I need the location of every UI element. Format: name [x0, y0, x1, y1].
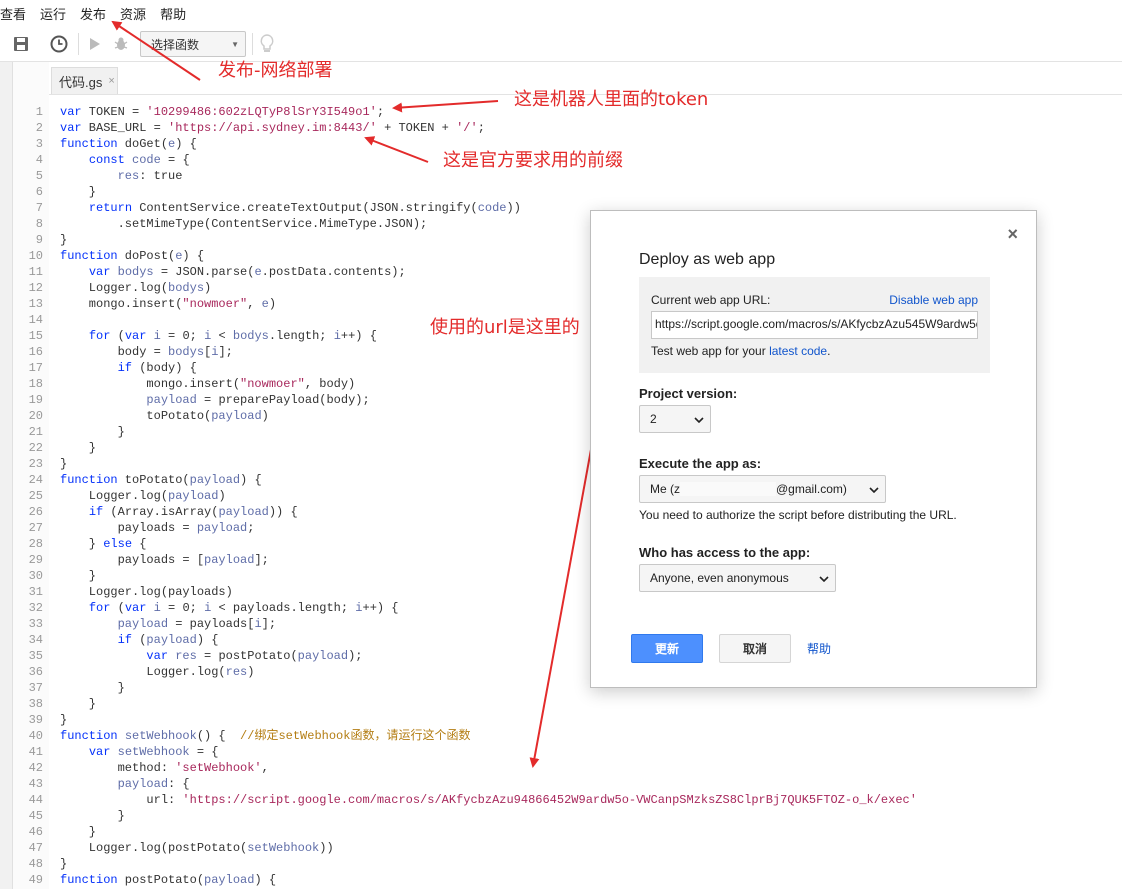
test-text-prefix: Test web app for your: [651, 344, 770, 358]
chevron-down-icon: [694, 412, 704, 426]
close-icon[interactable]: ×: [1007, 224, 1018, 245]
arrow-publish: [111, 20, 201, 81]
annotation-publish: 发布-网络部署: [218, 60, 333, 81]
cancel-button[interactable]: 取消: [719, 634, 791, 663]
current-url-panel: Current web app URL: Disable web app htt…: [639, 277, 990, 373]
project-version-label: Project version:: [639, 386, 738, 401]
arrow-prefix: [364, 136, 429, 163]
test-text-suffix: .: [827, 344, 831, 358]
execute-as-value: Me (z @gmail.com): [650, 482, 847, 497]
arrow-token: [392, 100, 499, 113]
redacted-email: [680, 482, 776, 497]
execute-as-prefix: Me (z: [650, 481, 680, 496]
annotation-prefix: 这是官方要求用的前缀: [443, 150, 623, 171]
annotation-token: 这是机器人里面的token: [514, 89, 709, 110]
disable-web-app-link[interactable]: Disable web app: [889, 293, 978, 307]
execute-as-suffix: @gmail.com): [776, 481, 847, 496]
current-url-label: Current web app URL:: [651, 293, 771, 307]
access-label: Who has access to the app:: [639, 545, 811, 560]
project-version-value: 2: [650, 412, 657, 426]
web-app-url-field[interactable]: https://script.google.com/macros/s/AKfyc…: [651, 311, 978, 339]
execute-as-select[interactable]: Me (z @gmail.com): [639, 475, 886, 503]
dialog-title: Deploy as web app: [639, 251, 776, 268]
chevron-down-icon: [819, 571, 829, 585]
annotation-url: 使用的url是这里的: [430, 317, 580, 338]
test-web-app-text: Test web app for your latest code.: [651, 344, 830, 358]
execute-as-label: Execute the app as:: [639, 456, 762, 471]
access-value: Anyone, even anonymous: [650, 571, 789, 585]
authorize-note: You need to authorize the script before …: [639, 508, 957, 522]
help-link[interactable]: 帮助: [807, 640, 831, 657]
chevron-down-icon: [869, 482, 879, 496]
latest-code-link[interactable]: latest code: [769, 344, 827, 358]
access-select[interactable]: Anyone, even anonymous: [639, 564, 836, 592]
project-version-select[interactable]: 2: [639, 405, 711, 433]
update-button[interactable]: 更新: [631, 634, 703, 663]
deploy-dialog: × Deploy as web app Current web app URL:…: [590, 210, 1037, 688]
